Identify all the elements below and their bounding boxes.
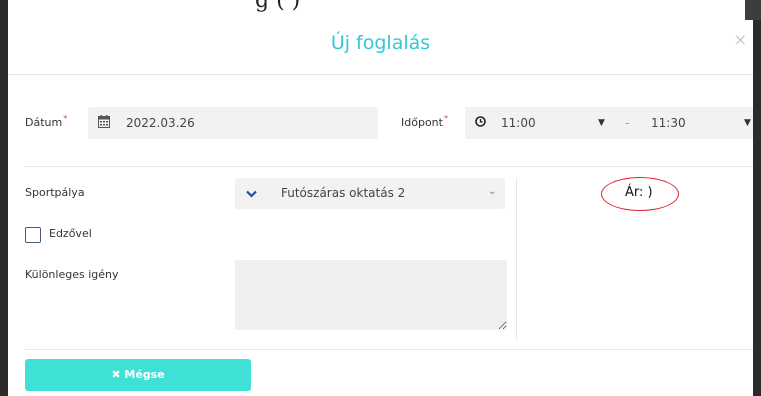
time-end-select[interactable]: 11:30	[651, 116, 686, 130]
modal-header: Új foglalás ×	[8, 20, 753, 75]
overlay-right	[753, 20, 761, 396]
court-label: Sportpálya	[25, 186, 85, 199]
court-select[interactable]: Futószáras oktatás 2 ⌄	[235, 178, 505, 209]
overlay-left	[0, 0, 8, 396]
time-separator: -	[625, 116, 630, 130]
price-text: Ár: )	[625, 185, 653, 200]
column-divider	[516, 178, 517, 340]
coach-label: Edzővel	[49, 227, 92, 240]
court-selected: Futószáras oktatás 2	[281, 186, 406, 200]
chevron-down-icon[interactable]: ▼	[598, 118, 605, 128]
date-label-text: Dátum	[25, 116, 63, 129]
cancel-button[interactable]: ✖ Mégse	[25, 359, 251, 391]
modal-title: Új foglalás	[330, 32, 431, 54]
cancel-button-label: Mégse	[124, 368, 165, 381]
background-page: g ( )	[0, 0, 761, 22]
special-request-textarea[interactable]	[235, 260, 507, 330]
time-field: 11:00 ▼ - 11:30 ▼	[465, 107, 753, 139]
date-field[interactable]: 2022.03.26	[88, 107, 378, 139]
background-text: g ( )	[255, 0, 301, 13]
close-icon: ✖	[111, 368, 121, 381]
date-value: 2022.03.26	[126, 116, 195, 130]
chevron-down-icon[interactable]: ▼	[744, 118, 751, 128]
special-request-label: Különleges igény	[25, 268, 119, 281]
date-label: Dátum*	[25, 114, 68, 129]
footer-divider	[25, 349, 753, 350]
select-caret-icon: ⌄	[488, 186, 497, 197]
coach-checkbox[interactable]	[25, 227, 41, 243]
required-mark: *	[63, 114, 68, 123]
background-overlay	[745, 0, 761, 22]
calendar-icon	[98, 115, 110, 131]
time-label-text: Időpont	[401, 116, 443, 129]
close-icon[interactable]: ×	[734, 30, 747, 49]
clock-icon	[475, 116, 486, 130]
time-label: Időpont*	[401, 114, 448, 129]
required-mark: *	[443, 114, 448, 123]
chevron-down-icon	[246, 187, 257, 201]
booking-modal: Új foglalás × Dátum* 2022.03.26 Időpont*	[8, 20, 753, 396]
time-start-select[interactable]: 11:00	[501, 116, 536, 130]
row-divider	[25, 166, 753, 167]
